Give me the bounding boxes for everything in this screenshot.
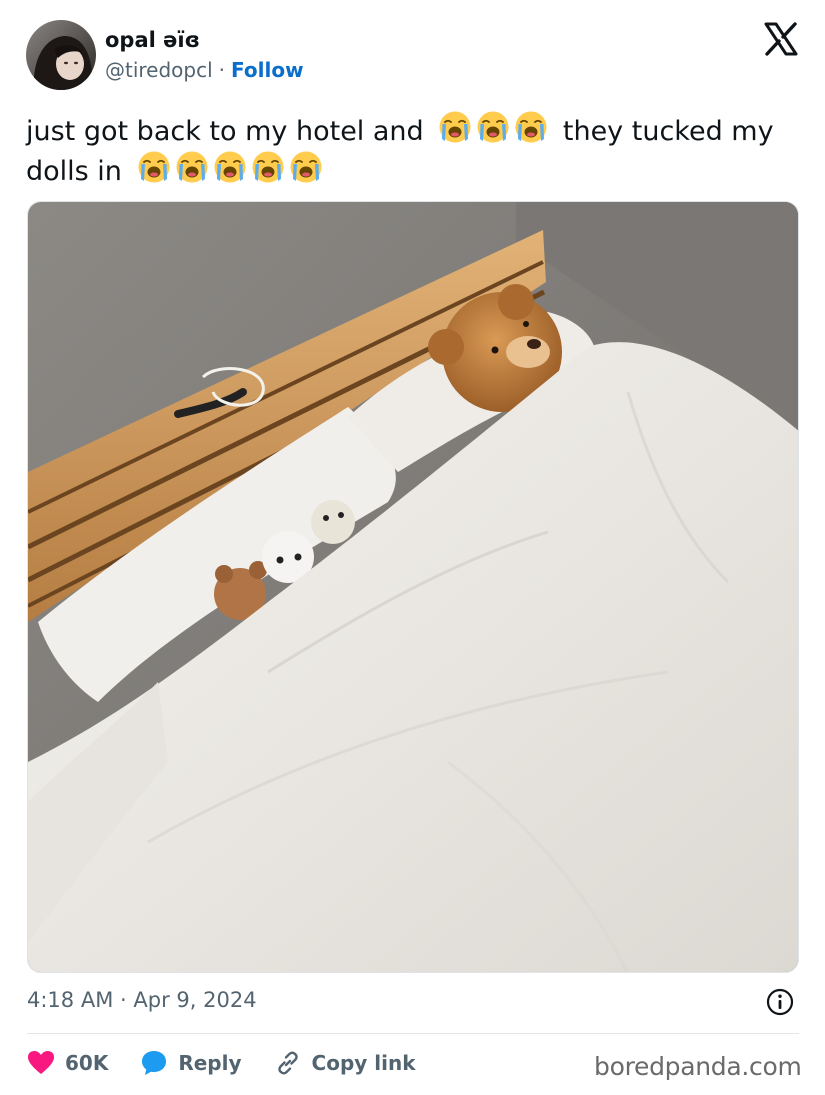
tweet-card: opal əïɞ @tiredopcl · Follow just got back… bbox=[0, 0, 825, 1095]
info-icon[interactable] bbox=[766, 988, 794, 1016]
emoji-group-second bbox=[137, 150, 323, 184]
tweet-text-before: just got back to my hotel and bbox=[26, 116, 424, 147]
loudly-crying-face-icon bbox=[213, 150, 247, 184]
speech-bubble-icon bbox=[142, 1051, 167, 1075]
loudly-crying-face-icon bbox=[476, 110, 510, 144]
tweet-date: Apr 9, 2024 bbox=[133, 988, 257, 1012]
loudly-crying-face-icon bbox=[438, 110, 472, 144]
tweet-timestamp[interactable]: 4:18 AM · Apr 9, 2024 bbox=[27, 988, 257, 1012]
loudly-crying-face-icon bbox=[289, 150, 323, 184]
like-count: 60K bbox=[65, 1051, 109, 1075]
link-icon bbox=[277, 1051, 298, 1075]
reply-button[interactable]: Reply bbox=[140, 1049, 242, 1077]
copy-link-button[interactable]: Copy link bbox=[274, 1049, 416, 1077]
handle-row: @tiredopcl · Follow bbox=[105, 58, 304, 82]
loudly-crying-face-icon bbox=[175, 150, 209, 184]
loudly-crying-face-icon bbox=[137, 150, 171, 184]
divider bbox=[27, 1033, 799, 1034]
like-button[interactable]: 60K bbox=[27, 1050, 108, 1076]
author-handle[interactable]: @tiredopcl bbox=[105, 58, 213, 82]
source-watermark: boredpanda.com bbox=[594, 1052, 802, 1081]
tweet-time: 4:18 AM bbox=[27, 988, 114, 1012]
tweet-text: just got back to my hotel and they tucke… bbox=[26, 110, 806, 190]
loudly-crying-face-icon bbox=[514, 110, 548, 144]
timestamp-separator: · bbox=[120, 988, 127, 1012]
tweet-photo[interactable] bbox=[27, 201, 799, 973]
avatar[interactable] bbox=[26, 20, 96, 90]
copy-link-label: Copy link bbox=[311, 1051, 416, 1075]
follow-button[interactable]: Follow bbox=[231, 58, 304, 82]
handle-separator: · bbox=[218, 58, 226, 82]
x-logo-icon[interactable] bbox=[764, 22, 798, 56]
emoji-group-first bbox=[438, 110, 548, 144]
reply-label: Reply bbox=[178, 1051, 242, 1075]
loudly-crying-face-icon bbox=[251, 150, 285, 184]
action-bar: 60K Reply Copy link bbox=[27, 1046, 448, 1080]
heart-icon bbox=[28, 1051, 54, 1074]
author-name[interactable]: opal əïɞ bbox=[105, 28, 200, 52]
